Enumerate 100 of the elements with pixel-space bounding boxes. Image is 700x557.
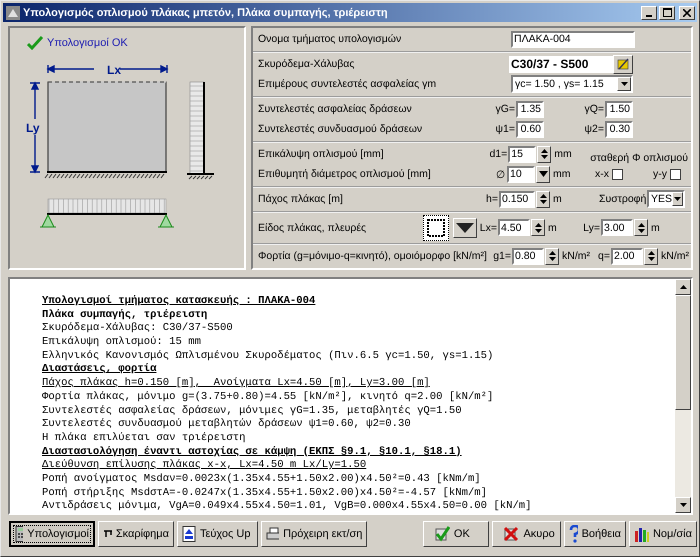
report-line: Πλάκα συμπαγής, τριέρειστη (42, 308, 208, 322)
field-label: Πάχος πλάκας [m] (258, 193, 344, 205)
unit-label: mm (553, 148, 573, 160)
minimize-icon (646, 14, 652, 16)
scrollbar[interactable] (675, 279, 691, 513)
spinner-button[interactable] (536, 190, 550, 208)
minimize-button[interactable] (641, 6, 657, 20)
material-select-button[interactable] (613, 54, 633, 74)
field-prefix: ψ2= (584, 123, 605, 135)
field-label: Είδος πλάκας, πλευρές (258, 222, 368, 234)
toolbar-button[interactable]: OK (422, 521, 490, 547)
scroll-up-icon (680, 285, 686, 289)
checkbox[interactable] (670, 168, 681, 180)
window-title: Υπολογισμός οπλισμού πλάκας μπετόν, Πλάκα συμπαγής, τριέρειστη (23, 6, 389, 18)
slab-type-button[interactable] (423, 214, 449, 240)
toolbar-button[interactable]: Τεύχος Up (177, 521, 258, 547)
load-input[interactable]: 2.00 (611, 248, 643, 264)
unit-label: kN/m² (561, 250, 591, 262)
report-line: Συντελεστές συνδυασμού μεταβλητών δράσεων ψ1=0.60, ψ2=0.30 (42, 418, 411, 432)
factor-input[interactable]: 1.50 (605, 100, 633, 118)
torsion-label: Συστροφή (599, 193, 647, 205)
safety-factors-dropdown[interactable]: γc= 1.50 , γs= 1.15 (511, 75, 633, 93)
report-line: Φορτία πλάκας, μόνιμο g=(3.75+0.80)=4.55 [kN/m²], κινητό q=2.00 [kN/m²] (42, 390, 494, 404)
unit-label: mm (552, 168, 572, 180)
maximize-button[interactable] (659, 6, 675, 20)
books-icon (634, 526, 649, 542)
toolbar-button[interactable]: Βοήθεια (564, 521, 626, 547)
checkbox-label: x-x (594, 168, 610, 180)
factor-input[interactable]: 0.30 (605, 120, 633, 138)
spinner-arrows-icon (540, 148, 548, 160)
report-line: Ελληνικός Κανονισμός Ωπλισμένου Σκυροδέματος (Πιν.6.5 γc=1.50, γs=1.15) (42, 350, 494, 363)
unit-label: m (547, 222, 558, 234)
scroll-down-icon (680, 503, 686, 507)
toolbar-button[interactable]: Νομ/σία (629, 521, 697, 547)
checkbox[interactable] (612, 168, 623, 180)
field-label: Φορτία (g=μόνιμο-q=κινητό), ομοιόμορφο [kN/m²] (258, 250, 488, 262)
slab-edges-icon (426, 218, 446, 238)
name-input[interactable]: ΠΛΑΚΑ-004 (511, 30, 635, 48)
toolbar-button[interactable]: Σκαρίφημα (98, 521, 174, 547)
check-icon (27, 36, 43, 50)
spinner-arrows-icon (540, 193, 546, 205)
dropdown-arrow-icon (674, 197, 681, 201)
app-icon (5, 4, 21, 20)
spinner-button[interactable] (644, 248, 658, 264)
maximize-icon (662, 8, 672, 17)
unit-label: m (650, 222, 661, 234)
field-prefix: Lx= (478, 222, 498, 234)
torsion-dropdown[interactable]: YES (647, 190, 685, 208)
field-label: Σκυρόδεμα-Χάλυβας (258, 58, 356, 70)
toolbar-button[interactable]: Πρόχειρη εκτ/ση (261, 521, 368, 547)
spinner-button[interactable] (545, 248, 559, 264)
spinner-button[interactable] (531, 219, 545, 236)
support-icon (158, 214, 174, 228)
spinner-arrows-icon (548, 250, 556, 262)
field-prefix: Ly= (582, 222, 601, 234)
checkmark-icon (434, 526, 450, 542)
spinner-button[interactable] (537, 146, 552, 162)
factor-input[interactable]: 1.35 (516, 100, 544, 118)
report-line: Η πλάκα επιλύεται σαν τριέρειστη (42, 432, 246, 446)
dropdown-button[interactable] (536, 166, 550, 182)
checkbox-label: y-y (652, 168, 668, 180)
field-prefix: g1= (492, 250, 512, 262)
calculator-icon (15, 526, 24, 542)
toolbar-button[interactable]: Ακυρο (492, 521, 561, 547)
field-label: Συντελεστές συνδυασμού δράσεων (258, 123, 424, 135)
diameter-symbol: ∅ (495, 168, 507, 180)
field-prefix: ψ1= (494, 123, 516, 135)
dropdown-arrow-icon (538, 171, 548, 177)
field-label: Επιθυμητή διάμετρος οπλισμού [mm] (258, 168, 432, 180)
load-input[interactable]: 0.80 (512, 248, 544, 264)
spinner-arrows-icon (648, 250, 654, 262)
factor-input[interactable]: 0.60 (516, 120, 544, 138)
field-prefix: q= (597, 250, 611, 262)
support-icon (40, 214, 56, 228)
dimension-label: Ly (26, 121, 40, 135)
report-line: Ροπή στήριξης MsdστA=-0.0247x(1.35x4.55+1.50x2.00)x4.50²=-4.57 [kNm/m] (42, 486, 488, 500)
report-line: Σκυρόδεμα-Χάλυβας: C30/37-S500 (42, 322, 233, 336)
field-prefix: γQ= (583, 103, 605, 115)
cancel-icon (503, 526, 520, 542)
toolbar-button[interactable]: Υπολογισμοί (9, 521, 95, 547)
unit-label: m (552, 193, 563, 205)
close-button[interactable] (679, 6, 695, 20)
report-line: Επικάλυψη οπλισμού: 15 mm (42, 336, 201, 350)
span-input[interactable]: 4.50 (498, 219, 530, 236)
field-prefix: h= (485, 193, 499, 205)
field-label: Ονομα τμήματος υπολογισμών (258, 33, 402, 45)
report-line: Ροπή ανοίγματος Msdαν=0.0023x(1.35x4.55+1.50x2.00)x4.50²=0.43 [kNm/m] (42, 472, 481, 487)
spinner-button[interactable] (634, 219, 648, 236)
cover-input[interactable]: 15 (508, 146, 536, 162)
field-prefix: γG= (494, 103, 516, 115)
document-icon (182, 526, 196, 542)
status-text: Υπολογισμοί ΟΚ (47, 37, 128, 49)
thickness-input[interactable]: 0.150 (499, 190, 535, 208)
constant-diameter-label: σταθερή Φ οπλισμού (590, 152, 688, 164)
slab-type-dropdown-button[interactable] (453, 218, 477, 238)
span-input[interactable]: 3.00 (601, 219, 633, 236)
close-icon (683, 8, 691, 16)
diameter-input[interactable]: 10 (507, 166, 535, 182)
dropdown-arrow-icon (456, 222, 474, 232)
dimension-label: Lx (107, 63, 122, 77)
